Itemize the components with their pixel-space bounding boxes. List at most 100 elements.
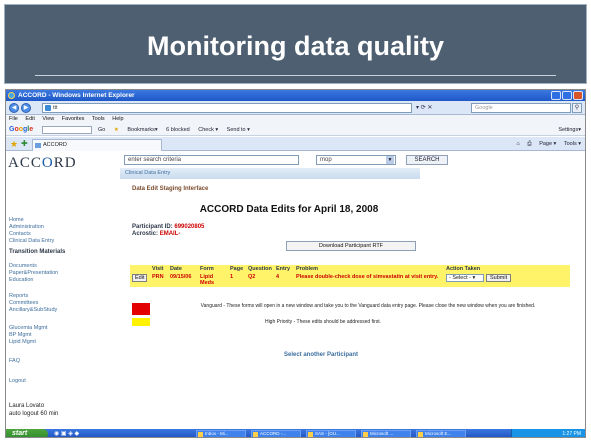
submit-button[interactable]: Submit <box>486 274 512 282</box>
forward-button[interactable]: ▶ <box>21 103 31 113</box>
auto-logout-note: auto logout 60 min <box>9 411 59 417</box>
column-header-problem: Problem <box>294 265 444 273</box>
home-icon[interactable]: ⌂ <box>516 141 519 147</box>
sidebar-item-home[interactable]: Home <box>9 217 24 223</box>
accord-logo: ACCORD <box>8 155 77 171</box>
clock: 1:27 PM <box>562 431 581 437</box>
taskbar: start ◉ ▣ ◈ ◆ Inbox - Mi... ACCORD -... … <box>6 429 585 437</box>
high-priority-legend-swatch <box>132 318 150 326</box>
sidebar-item-faq[interactable]: FAQ <box>9 358 20 364</box>
sidebar-item-lipid-mgmt[interactable]: Lipid Mgmt <box>9 339 36 345</box>
google-toolbar-items: Go ★ Bookmarks▾ 6 blocked Check ▾ Send t… <box>98 124 257 136</box>
tab-bar: ★ ✚ ACCORD ⌂ ⎙ Page ▾ Tools ▾ <box>6 137 585 151</box>
acrostic-value: EMAIL- <box>159 231 181 237</box>
sidebar-item-ancillary-substudy[interactable]: Ancillary&SubStudy <box>9 307 57 313</box>
google-search-input[interactable] <box>42 126 92 134</box>
column-header-question: Question <box>246 265 274 273</box>
user-name: Laura Lovato <box>9 403 45 409</box>
settings-button[interactable]: Settings▾ <box>558 124 581 136</box>
column-header-visit: Visit <box>150 265 168 273</box>
start-button[interactable]: start <box>6 429 48 437</box>
check-button[interactable]: Check ▾ <box>198 127 218 133</box>
add-favorite-icon[interactable]: ✚ <box>21 139 28 149</box>
download-rtf-button[interactable]: Download Participant RTF <box>286 241 416 251</box>
back-button[interactable]: ◀ <box>9 103 19 113</box>
menu-help[interactable]: Help <box>112 116 123 122</box>
sidebar-item-contacts[interactable]: Contacts <box>9 231 31 237</box>
slide-title: Monitoring data quality <box>147 31 444 61</box>
subnav-clinical-data-entry[interactable]: Clinical Data Entry <box>120 168 420 179</box>
menu-favorites[interactable]: Favorites <box>62 116 85 122</box>
send-to-button[interactable]: Send to ▾ <box>227 127 250 133</box>
taskbar-item-microsoft-2[interactable]: Microsoft E... <box>416 430 466 437</box>
browser-search-input[interactable]: Google <box>471 103 571 113</box>
ie-logo-icon <box>8 92 15 99</box>
system-tray: 1:27 PM <box>511 429 585 437</box>
data-edits-table: Visit Date Form Page Question Entry Prob… <box>130 265 570 287</box>
app-area: ACCORD enter search criteria mop ▼ SEARC… <box>6 151 585 429</box>
select-another-participant-link[interactable]: Select another Participant <box>284 352 358 358</box>
action-taken-select[interactable]: - Select - ▾ <box>446 274 484 282</box>
close-button[interactable] <box>573 91 583 100</box>
slide-header: Monitoring data quality <box>4 4 587 84</box>
bookmarks-button[interactable]: Bookmarks▾ <box>127 127 157 133</box>
favorites-star-icon[interactable]: ★ <box>10 139 18 149</box>
sidebar-item-glucemia-mgmt[interactable]: Glucemia Mgmt <box>9 325 48 331</box>
table-row: Edit PRN 09/15/06 Lipid Meds 1 Q2 4 Plea… <box>130 273 570 287</box>
page-icon <box>45 105 51 111</box>
search-scope-select[interactable]: mop ▼ <box>316 155 396 165</box>
popup-blocked-button[interactable]: 6 blocked <box>166 127 190 133</box>
minimize-button[interactable] <box>551 91 561 100</box>
edit-button[interactable]: Edit <box>132 274 148 282</box>
address-input[interactable]: ttt <box>42 103 412 113</box>
chevron-down-icon: ▼ <box>386 156 394 164</box>
header-divider <box>35 75 556 76</box>
cell-visit: PRN <box>150 273 168 287</box>
google-go-button[interactable]: Go <box>98 127 105 133</box>
taskbar-item-microsoft-1[interactable]: Microsoft ... <box>361 430 411 437</box>
sidebar-item-clinical-data-entry[interactable]: Clinical Data Entry <box>9 238 54 244</box>
taskbar-item-sas[interactable]: SAS - [OU... <box>306 430 356 437</box>
menu-file[interactable]: File <box>9 116 18 122</box>
taskbar-item-accord[interactable]: ACCORD -... <box>251 430 301 437</box>
vanguard-legend-text: Vanguard - These forms will open in a ne… <box>200 303 536 309</box>
page-title: ACCORD Data Edits for April 18, 2008 <box>199 204 379 215</box>
sidebar-item-education[interactable]: Education <box>9 277 33 283</box>
sidebar-item-paper-presentation[interactable]: Paper&Presentation <box>9 270 58 276</box>
google-logo: Google <box>9 126 34 133</box>
column-header-action-taken: Action Taken <box>444 265 570 273</box>
tab-accord[interactable]: ACCORD <box>32 139 162 151</box>
menu-tools[interactable]: Tools <box>92 116 105 122</box>
section-title: Data Edit Staging Interface <box>132 186 209 192</box>
column-header-form: Form <box>198 265 228 273</box>
window-titlebar: ACCORD - Windows Internet Explorer <box>6 90 585 101</box>
sidebar-item-transition-materials[interactable]: Transition Materials <box>9 249 65 255</box>
sidebar-item-logout[interactable]: Logout <box>9 378 26 384</box>
window-controls <box>551 91 583 100</box>
cell-entry: 4 <box>274 273 294 287</box>
search-button[interactable]: SEARCH <box>406 155 448 165</box>
taskbar-item-inbox[interactable]: Inbox - Mi... <box>196 430 246 437</box>
window-title: ACCORD - Windows Internet Explorer <box>18 92 135 99</box>
tools-menu-button[interactable]: Tools ▾ <box>564 141 581 147</box>
cell-page: 1 <box>228 273 246 287</box>
quick-launch[interactable]: ◉ ▣ ◈ ◆ <box>54 430 79 437</box>
menu-edit[interactable]: Edit <box>25 116 34 122</box>
address-tools[interactable]: ▾ ⟳ ✕ <box>416 103 432 113</box>
maximize-button[interactable] <box>562 91 572 100</box>
sidebar-item-committees[interactable]: Committees <box>9 300 38 306</box>
sidebar-item-documents[interactable]: Documents <box>9 263 37 269</box>
screenshot: ACCORD - Windows Internet Explorer ◀ ▶ t… <box>5 89 586 438</box>
cell-form: Lipid Meds <box>198 273 228 287</box>
search-icon[interactable]: ⚲ <box>572 103 582 113</box>
sidebar-item-bp-mgmt[interactable]: BP Mgmt <box>9 332 32 338</box>
search-input[interactable]: enter search criteria <box>124 155 299 165</box>
page-menu-button[interactable]: Page ▾ <box>539 141 556 147</box>
vanguard-legend-swatch <box>132 303 150 315</box>
sidebar-item-administration[interactable]: Administration <box>9 224 44 230</box>
menu-view[interactable]: View <box>42 116 54 122</box>
sidebar-item-reports[interactable]: Reports <box>9 293 28 299</box>
column-header-entry: Entry <box>274 265 294 273</box>
print-icon[interactable]: ⎙ <box>527 141 531 147</box>
cell-question: Q2 <box>246 273 274 287</box>
